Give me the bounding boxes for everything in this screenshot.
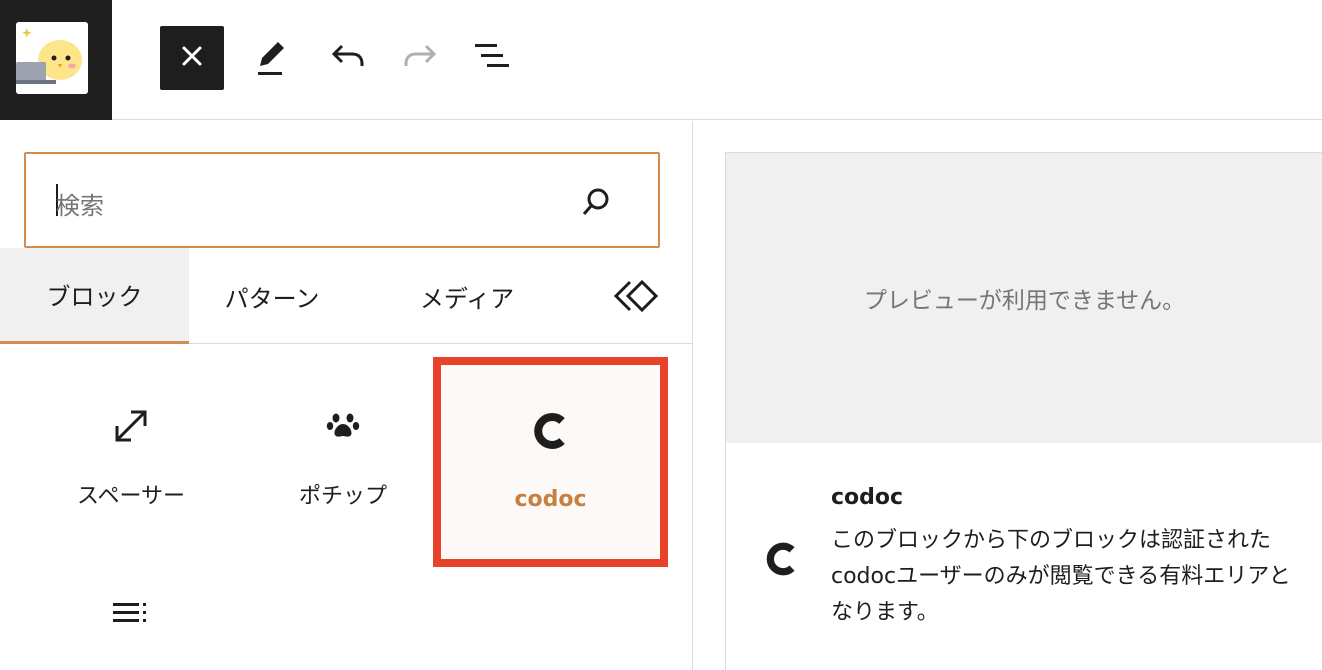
reusable-block-icon bbox=[612, 279, 660, 320]
block-card-description: このブロックから下のブロックは認証されたcodocユーザーのみが閲覧できる有料エ… bbox=[831, 528, 1291, 625]
pencil-icon bbox=[250, 34, 290, 82]
block-inserter-panel: 検索 ブロック パターン メディア スペーサー ポチップ codoc bbox=[0, 121, 693, 670]
tab-label: パターン bbox=[224, 284, 320, 313]
search-input[interactable]: 検索 bbox=[24, 152, 660, 248]
tools-button[interactable] bbox=[248, 36, 292, 80]
block-label: スペーサー bbox=[76, 484, 186, 509]
block-preview-panel: プレビューが利用できません。 codoc このブロックから下のブロックは認証され… bbox=[725, 152, 1322, 670]
tab-label: ブロック bbox=[46, 283, 143, 311]
block-card-title: codoc bbox=[831, 485, 904, 510]
preview-placeholder: プレビューが利用できません。 bbox=[726, 153, 1322, 443]
tab-reusable[interactable] bbox=[612, 276, 660, 316]
tab-patterns[interactable]: パターン bbox=[189, 248, 355, 344]
tab-media[interactable]: メディア bbox=[372, 248, 562, 344]
resize-arrows-icon bbox=[107, 402, 155, 450]
redo-icon bbox=[400, 36, 440, 80]
codoc-icon bbox=[762, 539, 802, 579]
close-icon bbox=[181, 45, 203, 71]
close-inserter-button[interactable] bbox=[160, 26, 224, 90]
list-icon bbox=[111, 599, 151, 647]
block-list[interactable] bbox=[24, 561, 238, 670]
tab-label: メディア bbox=[419, 284, 515, 313]
document-overview-button[interactable] bbox=[470, 36, 514, 80]
block-label: ポチップ bbox=[298, 484, 387, 509]
undo-icon bbox=[328, 36, 368, 80]
block-pochipp[interactable]: ポチップ bbox=[236, 366, 450, 546]
site-logo-button[interactable] bbox=[0, 0, 112, 120]
editor-toolbar bbox=[0, 0, 1322, 120]
preview-unavailable-text: プレビューが利用できません。 bbox=[863, 288, 1186, 314]
paw-icon bbox=[319, 402, 367, 450]
block-label: codoc bbox=[514, 487, 587, 512]
undo-button[interactable] bbox=[326, 36, 370, 80]
codoc-icon bbox=[529, 409, 573, 457]
tab-blocks[interactable]: ブロック bbox=[0, 248, 189, 344]
block-spacer[interactable]: スペーサー bbox=[24, 366, 238, 546]
inserter-tabs: ブロック パターン メディア bbox=[0, 248, 693, 344]
search-placeholder: 検索 bbox=[56, 192, 104, 220]
search-icon[interactable] bbox=[578, 184, 614, 220]
list-view-icon bbox=[471, 38, 513, 78]
redo-button[interactable] bbox=[398, 36, 442, 80]
block-codoc[interactable]: codoc bbox=[433, 357, 668, 567]
chick-avatar-logo bbox=[16, 22, 88, 94]
